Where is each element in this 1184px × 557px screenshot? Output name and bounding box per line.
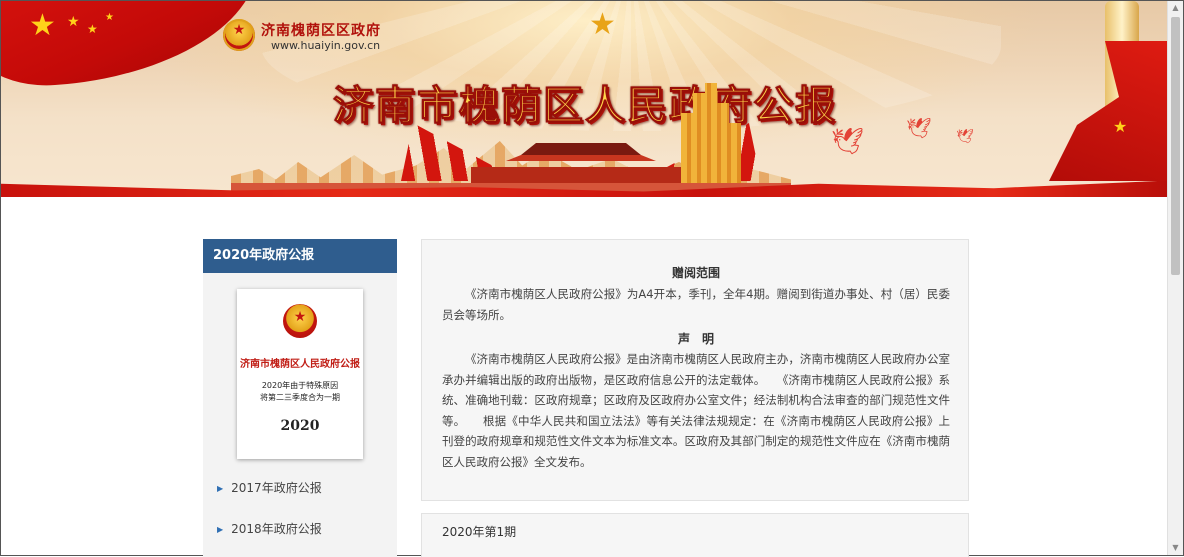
issue-label[interactable]: 2020年第1期 xyxy=(442,523,516,540)
scroll-up-icon[interactable]: ▲ xyxy=(1168,1,1183,15)
sidebar: 2020年政府公报 济南市槐荫区人民政府公报 2020年由于特殊原因 将第二三季… xyxy=(203,239,397,557)
bulletin-cover-image[interactable]: 济南市槐荫区人民政府公报 2020年由于特殊原因 将第二三季度合为一期 2020 xyxy=(237,289,363,459)
national-emblem-icon xyxy=(283,304,317,338)
star-icon: ★ xyxy=(1113,117,1128,136)
header-banner: ★ ★ ★ ★ ★ 济南槐荫区区政府 www.huaiyin.gov.cn 济南… xyxy=(1,1,1169,197)
page-title: 济南市槐荫区人民政府公报 xyxy=(333,83,837,130)
cover-note-line: 2020年由于特殊原因 xyxy=(261,381,339,390)
scroll-down-icon[interactable]: ▼ xyxy=(1168,541,1183,555)
star-icon: ★ xyxy=(67,14,80,30)
site-name-link[interactable]: 济南槐荫区区政府 xyxy=(261,20,381,40)
dove-icon: 🕊 xyxy=(956,129,974,145)
sidebar-title: 2020年政府公报 xyxy=(203,239,397,273)
cover-year: 2020 xyxy=(280,418,320,434)
national-emblem-icon[interactable] xyxy=(223,19,255,51)
gold-star-icon: ★ xyxy=(589,7,616,42)
star-icon: ★ xyxy=(29,8,56,43)
tiananmen-decoration xyxy=(471,167,691,183)
cover-note-line: 将第二三季度合为一期 xyxy=(260,393,340,402)
statement-text: 《济南市槐荫区人民政府公报》是由济南市槐荫区人民政府主办，济南市槐荫区人民政府办… xyxy=(442,352,950,469)
sidebar-item-label: 2017年政府公报 xyxy=(231,481,322,495)
page-scrollbar[interactable]: ▲ ▼ xyxy=(1167,1,1183,555)
distribution-scope-title: 赠阅范围 xyxy=(671,266,720,280)
notice-panel: 赠阅范围 《济南市槐荫区人民政府公报》为A4开本，季刊，全年4期。赠阅到街道办事… xyxy=(421,239,969,501)
triangle-right-icon: ▶ xyxy=(217,484,224,493)
scrollbar-thumb[interactable] xyxy=(1171,17,1180,275)
issue-item[interactable]: 2020年第1期 xyxy=(421,513,969,557)
cover-note: 2020年由于特殊原因 将第二三季度合为一期 xyxy=(237,380,363,404)
sidebar-item-label: 2018年政府公报 xyxy=(231,522,322,536)
sidebar-item-2018[interactable]: ▶ 2018年政府公报 xyxy=(217,520,322,537)
dove-icon: 🕊 xyxy=(831,127,865,157)
cover-title: 济南市槐荫区人民政府公报 xyxy=(240,359,360,370)
statement-title: 声 明 xyxy=(677,332,714,346)
sidebar-item-2017[interactable]: ▶ 2017年政府公报 xyxy=(217,479,322,496)
distribution-scope-text: 《济南市槐荫区人民政府公报》为A4开本，季刊，全年4期。赠阅到街道办事处、村（居… xyxy=(442,287,950,322)
star-icon: ★ xyxy=(105,12,114,23)
site-url-link[interactable]: www.huaiyin.gov.cn xyxy=(271,39,380,52)
star-icon: ★ xyxy=(87,22,98,36)
dove-icon: 🕊 xyxy=(906,116,932,140)
triangle-right-icon: ▶ xyxy=(217,525,224,534)
